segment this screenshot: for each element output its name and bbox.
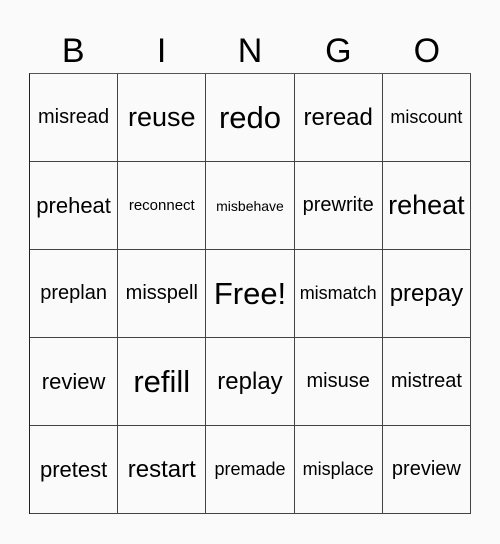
bingo-cell[interactable]: reheat bbox=[382, 162, 471, 250]
header-letter-g: G bbox=[325, 32, 352, 70]
bingo-cell[interactable]: misbehave bbox=[206, 162, 295, 250]
bingo-cell[interactable]: replay bbox=[206, 338, 295, 426]
bingo-header: B I N G O bbox=[29, 30, 471, 73]
bingo-cell[interactable]: mismatch bbox=[294, 250, 383, 338]
header-letter-b: B bbox=[61, 32, 85, 70]
bingo-cell[interactable]: misuse bbox=[294, 338, 383, 426]
bingo-cell[interactable]: misspell bbox=[118, 250, 207, 338]
bingo-cell[interactable]: review bbox=[30, 338, 119, 426]
bingo-cell[interactable]: refill bbox=[118, 338, 207, 426]
bingo-cell[interactable]: prepay bbox=[382, 250, 471, 338]
free-space-cell[interactable]: Free! bbox=[206, 250, 295, 338]
bingo-cell[interactable]: preheat bbox=[30, 162, 119, 250]
bingo-card-grid: misread reuse redo reread miscount prehe… bbox=[29, 73, 471, 514]
bingo-cell[interactable]: restart bbox=[118, 426, 207, 514]
header-letter-i: I bbox=[156, 32, 167, 70]
bingo-cell[interactable]: reread bbox=[294, 74, 383, 162]
bingo-cell[interactable]: miscount bbox=[382, 74, 471, 162]
bingo-cell[interactable]: redo bbox=[206, 74, 295, 162]
bingo-cell[interactable]: misplace bbox=[294, 426, 383, 514]
bingo-cell[interactable]: prewrite bbox=[294, 162, 383, 250]
bingo-cell[interactable]: preplan bbox=[30, 250, 119, 338]
header-letter-o: O bbox=[413, 32, 441, 70]
bingo-cell[interactable]: preview bbox=[382, 426, 471, 514]
bingo-cell[interactable]: pretest bbox=[30, 426, 119, 514]
header-letter-n: N bbox=[237, 32, 263, 70]
bingo-cell[interactable]: premade bbox=[206, 426, 295, 514]
bingo-cell[interactable]: misread bbox=[30, 74, 119, 162]
bingo-cell[interactable]: reconnect bbox=[118, 162, 207, 250]
bingo-cell[interactable]: reuse bbox=[118, 74, 207, 162]
bingo-cell[interactable]: mistreat bbox=[382, 338, 471, 426]
